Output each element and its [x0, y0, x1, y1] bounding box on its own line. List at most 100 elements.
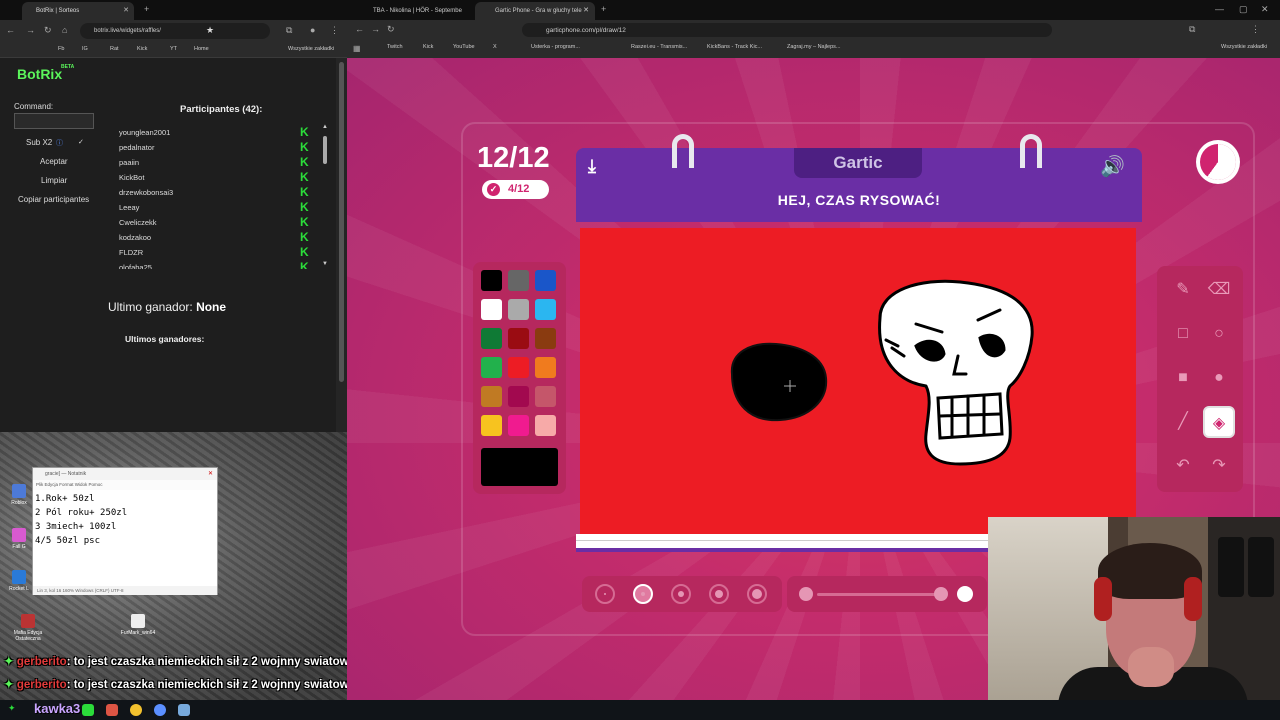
menu-icon[interactable]: ⋮ [1251, 24, 1260, 35]
participants-scrollbar[interactable]: ▲ ▼ [322, 124, 328, 269]
close-window-icon[interactable]: ✕ [1261, 4, 1269, 15]
brush-size-option[interactable] [709, 584, 729, 604]
color-swatch[interactable] [481, 415, 502, 436]
sub-x2-checkbox[interactable]: ✓ [78, 138, 84, 146]
new-tab-icon[interactable]: + [601, 4, 606, 14]
color-swatch[interactable] [508, 299, 529, 320]
download-icon[interactable]: ⤓ [588, 156, 596, 177]
eraser-icon[interactable]: ⌫ [1203, 274, 1235, 306]
opacity-track[interactable] [817, 593, 947, 596]
page-scrollbar[interactable] [336, 58, 347, 432]
bookmark-ig[interactable]: IG [82, 46, 88, 52]
bookmark-all[interactable]: Wszystkie zakładki [1221, 44, 1267, 50]
color-swatch[interactable] [508, 328, 529, 349]
color-swatch[interactable] [535, 415, 556, 436]
app-icon[interactable] [106, 704, 118, 716]
bookmark-x[interactable]: X [493, 44, 497, 50]
desktop-icon-mafia[interactable]: Mafia Edycja Ostateczna [10, 614, 46, 642]
clear-button[interactable]: Limpiar [41, 176, 67, 185]
bookmark-kick[interactable]: Kick [423, 44, 433, 50]
reload-icon[interactable]: ↻ [44, 25, 52, 36]
volume-icon[interactable]: 🔊 [1100, 154, 1125, 179]
color-swatch[interactable] [481, 386, 502, 407]
opacity-slider-knob[interactable] [957, 586, 973, 602]
star-icon[interactable]: ★ [206, 25, 214, 36]
scroll-thumb[interactable] [339, 62, 344, 382]
music-tab[interactable]: TBA - Nikolina | HÖR - Septembe [353, 2, 473, 20]
chrome-icon[interactable] [130, 704, 142, 716]
forward-icon[interactable]: → [26, 25, 35, 35]
bookmark-youtube[interactable]: YouTube [453, 44, 475, 50]
ellipse-outline-icon[interactable]: ○ [1203, 318, 1235, 350]
desktop-icon-fall-guys[interactable]: Fall G [2, 528, 36, 550]
bookmark-raszei[interactable]: Raszei.eu - Transmis... [631, 44, 687, 50]
app-icon[interactable] [178, 704, 190, 716]
brush-size-option[interactable] [633, 584, 653, 604]
color-swatch[interactable] [508, 357, 529, 378]
fill-bucket-icon[interactable]: ◈ [1203, 406, 1235, 438]
info-icon[interactable]: ⓘ [56, 138, 63, 148]
maximize-icon[interactable]: ▢ [1239, 4, 1248, 15]
color-swatch[interactable] [481, 299, 502, 320]
brush-size-option[interactable] [595, 584, 615, 604]
notepad-text[interactable]: 1.Rok+ 50zl 2 Pól roku+ 250zl 3 3miech+ … [35, 492, 211, 582]
bookmark-home[interactable]: Home [194, 46, 209, 52]
bookmark-kickbans[interactable]: KickBans - Track Kic... [707, 44, 762, 50]
extensions-icon[interactable]: ⧉ [286, 25, 292, 36]
app-icon[interactable] [154, 704, 166, 716]
botrix-tab[interactable]: BotRix | Sorteos ✕ [22, 2, 134, 20]
back-icon[interactable]: ← [355, 24, 364, 34]
desktop-icon-rocket-league[interactable]: Rocket L [2, 570, 36, 592]
bookmark-all[interactable]: Wszystkie zakładki [288, 46, 334, 52]
new-tab-icon[interactable]: + [144, 4, 149, 14]
notepad-titlebar[interactable]: gracie] — Notatnik ✕ [33, 468, 217, 480]
close-icon[interactable]: ✕ [583, 6, 589, 14]
brush-size-option[interactable] [747, 584, 767, 604]
color-swatch[interactable] [508, 415, 529, 436]
line-icon[interactable]: ╱ [1167, 406, 1199, 438]
bookmark-fb[interactable]: Fb [58, 46, 64, 52]
right-url-field[interactable]: garticphone.com/pl/draw/12 [522, 23, 1052, 37]
ellipse-fill-icon[interactable]: ● [1203, 362, 1235, 394]
copy-participants-button[interactable]: Copiar participantes [18, 195, 89, 204]
profile-icon[interactable]: ● [310, 25, 315, 35]
rectangle-fill-icon[interactable]: ■ [1167, 362, 1199, 394]
bookmark-yt[interactable]: YT [170, 46, 177, 52]
scroll-up-icon[interactable]: ▲ [322, 124, 328, 130]
close-icon[interactable]: ✕ [123, 6, 129, 14]
bookmark-rat[interactable]: Rat [110, 46, 119, 52]
bookmark-zagraj[interactable]: Zagraj.my – Najleps... [787, 44, 841, 50]
color-swatch[interactable] [535, 386, 556, 407]
forward-icon[interactable]: → [371, 24, 380, 34]
back-icon[interactable]: ← [6, 25, 15, 35]
reload-icon[interactable]: ↻ [387, 24, 395, 35]
bookmark-kick[interactable]: Kick [137, 46, 147, 52]
color-swatch[interactable] [508, 270, 529, 291]
rectangle-outline-icon[interactable]: □ [1167, 318, 1199, 350]
accept-button[interactable]: Aceptar [40, 157, 68, 166]
color-swatch[interactable] [481, 270, 502, 291]
app-icon[interactable] [82, 704, 94, 716]
color-swatch[interactable] [481, 357, 502, 378]
brush-size-option[interactable] [671, 584, 691, 604]
command-input[interactable] [14, 113, 94, 129]
gartic-tab[interactable]: Gartic Phone - Gra w głuchy tele ✕ [475, 2, 595, 20]
desktop-icon-furmark[interactable]: FurMark_win64 [118, 614, 158, 636]
apps-icon[interactable]: ▦ [353, 44, 361, 53]
extensions-icon[interactable]: ⧉ [1189, 24, 1195, 35]
redo-icon[interactable]: ↷ [1203, 450, 1235, 482]
notepad-window[interactable]: gracie] — Notatnik ✕ Plik Edycja Format … [32, 467, 218, 595]
minimize-icon[interactable]: — [1215, 4, 1224, 14]
color-swatch[interactable] [508, 386, 529, 407]
drawing-canvas[interactable] [580, 228, 1136, 534]
color-swatch[interactable] [535, 299, 556, 320]
color-swatch[interactable] [535, 357, 556, 378]
color-swatch[interactable] [535, 270, 556, 291]
scroll-down-icon[interactable]: ▼ [322, 261, 328, 267]
pencil-icon[interactable]: ✎ [1167, 274, 1199, 306]
notepad-menu[interactable]: Plik Edycja Format Widok Pomoc [33, 480, 217, 490]
bookmark-usterka[interactable]: Usterka - program... [531, 44, 580, 50]
color-swatch[interactable] [481, 328, 502, 349]
desktop-icon-roblox[interactable]: Roblox [2, 484, 36, 506]
home-icon[interactable]: ⌂ [62, 25, 67, 35]
